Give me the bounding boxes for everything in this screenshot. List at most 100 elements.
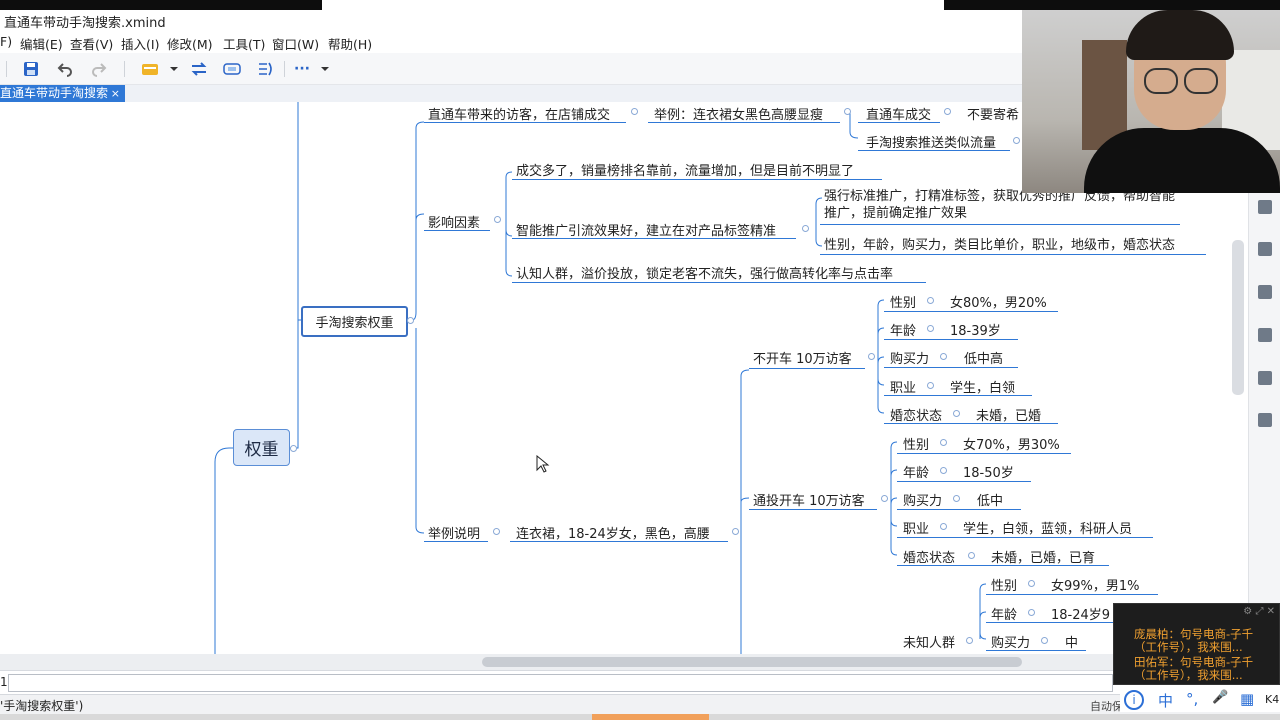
collapse-dot[interactable] xyxy=(927,382,934,389)
chevron-down-icon[interactable] xyxy=(165,60,183,78)
image-icon[interactable] xyxy=(1258,200,1272,214)
collapse-dot[interactable] xyxy=(1028,609,1035,616)
attr-value[interactable]: 女70%，男30% xyxy=(963,434,1060,453)
attr-key[interactable]: 年龄 xyxy=(991,604,1017,623)
collapse-dot[interactable] xyxy=(944,108,951,115)
collapse-dot[interactable] xyxy=(1041,637,1048,644)
topic-factor-smart[interactable]: 智能推广引流效果好，建立在对产品标签精准 xyxy=(516,220,776,239)
tab-document[interactable]: 直通车带动手淘搜索 × xyxy=(0,85,125,102)
horizontal-scrollbar-thumb[interactable] xyxy=(482,657,1022,667)
attr-key[interactable]: 职业 xyxy=(903,518,929,537)
collapse-dot[interactable] xyxy=(407,317,414,324)
topic-group-general-car[interactable]: 通投开车 10万访客 xyxy=(753,490,865,509)
redo-icon[interactable] xyxy=(90,60,108,78)
attr-value[interactable]: 18-39岁 xyxy=(950,320,1001,339)
root-node[interactable]: 权重 xyxy=(233,429,290,466)
attr-value[interactable]: 18-24岁9 xyxy=(1051,604,1110,623)
collapse-dot[interactable] xyxy=(940,353,947,360)
ime-language[interactable]: 中 xyxy=(1158,690,1173,711)
menu-tools[interactable]: 工具(T) xyxy=(223,34,265,53)
topic-factor-smart-a[interactable]: 强行标准推广，打精准标签，获取优秀的推广反馈，帮助智能推广，提前确定推广效果 xyxy=(824,188,1176,222)
attr-value[interactable]: 女80%，男20% xyxy=(950,292,1047,311)
attr-value[interactable]: 低中高 xyxy=(964,348,1003,367)
attr-key[interactable]: 购买力 xyxy=(903,490,942,509)
collapse-dot[interactable] xyxy=(927,297,934,304)
attr-value[interactable]: 学生，白领 xyxy=(950,377,1015,396)
attr-value[interactable]: 18-50岁 xyxy=(963,462,1014,481)
note-icon[interactable] xyxy=(1258,328,1272,342)
topic-factor-crowd[interactable]: 认知人群，溢价投放，锁定老客不流失，强行做高转化率与点击率 xyxy=(516,263,893,282)
attr-value[interactable]: 未婚，已婚 xyxy=(976,405,1041,424)
attr-key[interactable]: 年龄 xyxy=(903,462,929,481)
close-icon[interactable]: × xyxy=(111,85,120,102)
collapse-dot[interactable] xyxy=(290,445,297,452)
collapse-dot[interactable] xyxy=(1013,137,1020,144)
topic-branch-visitors[interactable]: 直通车带来的访客，在店铺成交 xyxy=(428,104,610,123)
topic-example-label[interactable]: 举例说明 xyxy=(428,523,480,542)
collapse-dot[interactable] xyxy=(927,325,934,332)
menu-view[interactable]: 查看(V) xyxy=(70,34,113,53)
attr-key[interactable]: 性别 xyxy=(890,292,916,311)
attr-value[interactable]: 中 xyxy=(1065,632,1078,651)
undo-icon[interactable] xyxy=(56,60,74,78)
chat-controls-icon[interactable]: ⚙ ⤢ ✕ xyxy=(1243,606,1275,617)
comment-icon[interactable] xyxy=(1258,371,1272,385)
attr-value[interactable]: 女99%，男1% xyxy=(1051,575,1140,594)
menu-file[interactable]: F) xyxy=(0,34,12,49)
attr-key[interactable]: 职业 xyxy=(890,377,916,396)
relationship-icon[interactable] xyxy=(190,60,208,78)
more-icon[interactable]: ··· xyxy=(292,60,312,78)
attr-key[interactable]: 婚恋状态 xyxy=(890,405,942,424)
topic-factor-smart-b[interactable]: 性别，年龄，购买力，类目比单价，职业，地级市，婚恋状态 xyxy=(824,234,1175,253)
collapse-dot[interactable] xyxy=(940,523,947,530)
boundary-icon[interactable] xyxy=(223,60,241,78)
microphone-icon[interactable]: 🎤 xyxy=(1212,690,1228,705)
topic-factor-sales[interactable]: 成交多了，销量榜排名靠前，流量增加，但是目前不明显了 xyxy=(516,160,854,179)
format-icon[interactable] xyxy=(1258,285,1272,299)
summary-icon[interactable] xyxy=(257,60,275,78)
collapse-dot[interactable] xyxy=(940,467,947,474)
topic-group-no-car[interactable]: 不开车 10万访客 xyxy=(753,348,852,367)
menu-modify[interactable]: 修改(M) xyxy=(167,34,213,53)
collapse-dot[interactable] xyxy=(802,225,809,232)
flag-icon[interactable] xyxy=(1258,242,1272,256)
collapse-dot[interactable] xyxy=(968,552,975,559)
ime-punct-icon[interactable]: °, xyxy=(1186,690,1198,708)
menu-help[interactable]: 帮助(H) xyxy=(328,34,372,53)
attr-value[interactable]: 低中 xyxy=(977,490,1003,509)
collapse-dot[interactable] xyxy=(940,439,947,446)
topic-group-unknown[interactable]: 未知人群 xyxy=(903,632,955,651)
text-input[interactable] xyxy=(8,674,1113,692)
collapse-dot[interactable] xyxy=(732,528,739,535)
collapse-dot[interactable] xyxy=(953,495,960,502)
attr-key[interactable]: 性别 xyxy=(991,575,1017,594)
collapse-dot[interactable] xyxy=(953,410,960,417)
collapse-dot[interactable] xyxy=(631,108,638,115)
chevron-down-icon[interactable] xyxy=(316,60,334,78)
horizontal-scrollbar[interactable] xyxy=(0,654,1248,670)
topic-example-product[interactable]: 连衣裙，18-24岁女，黑色，高腰 xyxy=(516,523,710,542)
topic-factors[interactable]: 影响因素 xyxy=(428,212,480,231)
menu-edit[interactable]: 编辑(E) xyxy=(20,34,63,53)
topic-ztc-deal-child[interactable]: 不要寄希 xyxy=(967,104,1019,123)
collapse-dot[interactable] xyxy=(966,637,973,644)
attr-key[interactable]: 购买力 xyxy=(991,632,1030,651)
attr-value[interactable]: 学生，白领，蓝领，科研人员 xyxy=(963,518,1132,537)
menu-insert[interactable]: 插入(I) xyxy=(121,34,159,53)
collapse-dot[interactable] xyxy=(493,528,500,535)
collapse-dot[interactable] xyxy=(844,108,851,115)
attr-key[interactable]: 年龄 xyxy=(890,320,916,339)
attr-key[interactable]: 购买力 xyxy=(890,348,929,367)
topic-example-dress[interactable]: 举例：连衣裙女黑色高腰显瘦 xyxy=(654,104,823,123)
collapse-dot[interactable] xyxy=(881,495,888,502)
save-icon[interactable] xyxy=(22,60,40,78)
task-icon[interactable] xyxy=(1258,413,1272,427)
topic-push-similar[interactable]: 手淘搜索推送类似流量 xyxy=(866,132,996,151)
attr-key[interactable]: 婚恋状态 xyxy=(903,547,955,566)
collapse-dot[interactable] xyxy=(1028,580,1035,587)
attr-value[interactable]: 未婚，已婚，已育 xyxy=(991,547,1095,566)
attr-key[interactable]: 性别 xyxy=(903,434,929,453)
topic-icon[interactable] xyxy=(141,60,159,78)
menu-window[interactable]: 窗口(W) xyxy=(272,34,319,53)
topic-ztc-deal[interactable]: 直通车成交 xyxy=(866,104,931,123)
